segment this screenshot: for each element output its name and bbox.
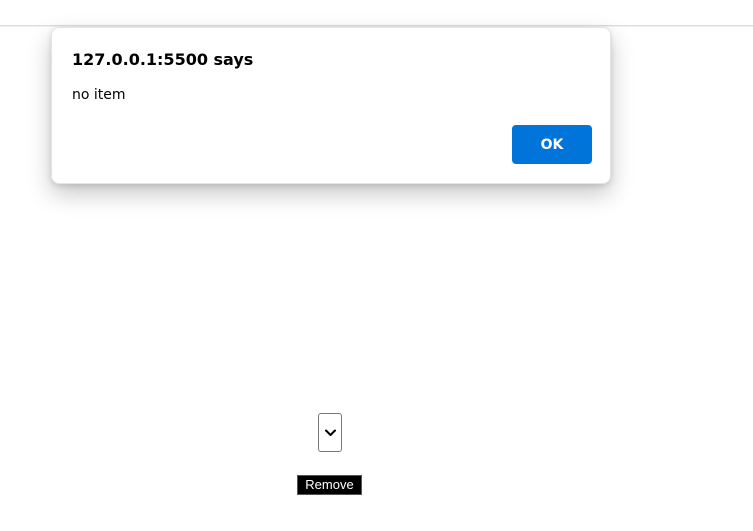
page: Remove 127.0.0.1:5500 says no item OK [0,0,753,531]
browser-top-strip [0,0,753,26]
chevron-down-icon [325,429,336,436]
alert-dialog: 127.0.0.1:5500 says no item OK [51,27,611,184]
remove-button[interactable]: Remove [297,475,362,495]
alert-message: no item [72,87,126,103]
ok-button[interactable]: OK [512,125,592,164]
alert-title: 127.0.0.1:5500 says [72,50,254,69]
item-select[interactable] [318,413,342,452]
